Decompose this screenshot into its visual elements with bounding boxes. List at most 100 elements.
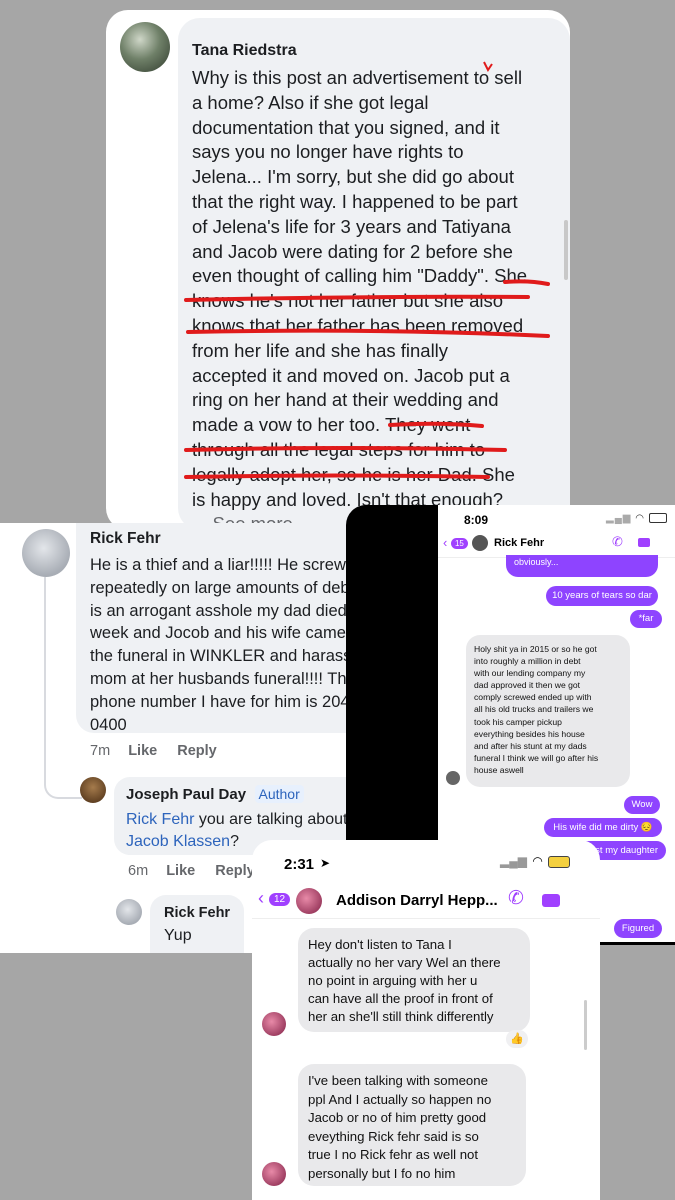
text-line: through all the legal steps for him to [192, 438, 486, 460]
reply-button[interactable]: Reply [215, 863, 255, 879]
text-line: and Jacob were dating for 2 before she [192, 240, 513, 262]
text-line: of Jelena's life for 3 years and Tatiyan… [192, 215, 511, 237]
text-line: I've been talking with someone [308, 1073, 488, 1088]
text-line: ppl And I actually so happen no [308, 1091, 492, 1107]
message-text: 10 years of tears so dar [552, 590, 652, 601]
text-line: made a vow to her too. They went [192, 414, 471, 436]
unread-count-badge: 12 [269, 892, 291, 906]
text-line: Holy shit ya in 2015 or so he got [474, 644, 597, 654]
contact-name[interactable]: Addison Darryl Hepp... [336, 892, 498, 909]
reaction-badge[interactable]: 👍 [506, 1030, 528, 1048]
text-line: everything besides his house [474, 728, 585, 739]
text-fragment: you are talking about [194, 811, 348, 828]
text-line: that the right way. I happened to be par… [192, 190, 518, 212]
location-arrow-icon: ➤ [320, 856, 331, 870]
text-line: personally but I fo no him [308, 1165, 456, 1181]
text-line: knows he's not her father but she also [192, 290, 504, 312]
back-button[interactable]: ‹ 12 [258, 888, 291, 909]
chat-header: ‹ 15 Rick Fehr ✆ [438, 531, 675, 558]
tana-comment-bubble: Tana Riedstra Why is this post an advert… [178, 18, 570, 534]
message-text: obviously... [514, 557, 559, 567]
text-line: all his old trucks and trailers we [474, 704, 594, 715]
incoming-message: Hey don't listen to Tana I actually no h… [298, 928, 530, 1032]
comment2-actions: 6m Like Reply [128, 863, 255, 879]
author-badge: Author [254, 785, 304, 803]
tana-author-name[interactable]: Tana Riedstra [192, 42, 297, 60]
text-line: dad approved it then we got [474, 680, 581, 691]
message-text: Figured [621, 923, 655, 934]
text-line: Rick Fehr you are talking about [126, 809, 347, 831]
text-line: with our lending company my [474, 668, 586, 679]
scrollbar[interactable] [564, 220, 568, 280]
rick-author-name[interactable]: Rick Fehr [90, 530, 161, 548]
rick-avatar-small[interactable] [116, 899, 142, 925]
back-button[interactable]: ‹ 15 [443, 535, 468, 550]
video-icon[interactable] [542, 894, 560, 907]
joseph-author-name[interactable]: Joseph Paul Day [126, 786, 246, 803]
mention-rick-fehr[interactable]: Rick Fehr [126, 811, 194, 828]
contact-avatar-small [262, 1012, 286, 1036]
text-line: funeral I think we will go after his [474, 752, 599, 763]
text-line: Jacob or no of him pretty good [308, 1110, 487, 1125]
text-line: Why is this post an advertisement to sel… [192, 67, 523, 88]
text-line: can have all the proof in front of [308, 991, 493, 1006]
status-icons: ▂▄▆ ◠ [606, 513, 667, 524]
tana-avatar[interactable] [120, 22, 170, 72]
message-text: His wife did me dirty 😔 [553, 822, 653, 833]
joseph-avatar[interactable] [80, 777, 106, 803]
contact-name[interactable]: Rick Fehr [494, 537, 544, 549]
contact-avatar[interactable] [296, 888, 322, 914]
thumbs-up-icon: 👍 [510, 1033, 524, 1045]
text-line: accepted it and moved on. Jacob put a [192, 364, 510, 386]
comment-timestamp: 6m [128, 863, 149, 879]
text-line: took his camper pickup [474, 716, 562, 727]
outgoing-message: *far [630, 610, 662, 628]
signal-icon: ▂▄▆ [500, 854, 527, 868]
rick-reply-bubble: Rick Fehr Yup [150, 895, 244, 953]
like-button[interactable]: Like [128, 743, 157, 759]
text-line: her an she'll still think differently [308, 1009, 494, 1024]
phone-icon[interactable]: ✆ [612, 534, 623, 550]
thread-line [44, 577, 82, 799]
chat-header: ‹ 12 Addison Darryl Hepp... ✆ [252, 882, 600, 919]
message-text: Wow [631, 799, 653, 810]
status-time: 2:31 [284, 856, 315, 873]
outgoing-message: 10 years of tears so dar [546, 586, 658, 606]
signal-icon: ▂▄▆ [606, 513, 632, 524]
comment1-actions: 7m Like Reply [90, 743, 217, 759]
text-fragment: ? [230, 833, 239, 850]
comment-timestamp: 7m [90, 743, 111, 759]
phone-icon[interactable]: ✆ [508, 887, 524, 910]
scrollbar[interactable] [584, 1000, 587, 1050]
outgoing-message: Figured [614, 919, 662, 938]
status-time: 8:09 [464, 513, 489, 527]
unread-count-badge: 15 [450, 538, 468, 550]
text-line: Hey don't listen to Tana I [308, 937, 452, 952]
text-line: into roughly a million in debt [474, 656, 581, 667]
text-line: comply screwed ended up with [474, 692, 592, 703]
video-icon[interactable] [638, 538, 650, 547]
contact-avatar-small [446, 771, 460, 785]
text-line: knows that her father has been removed [192, 314, 524, 336]
text-line: says you no longer have rights to [192, 141, 464, 163]
mention-jacob-klassen[interactable]: Jacob Klassen [126, 833, 230, 850]
addison-messenger-screen: 2:31 ➤ ▂▄▆ ◠ ‹ 12 Addison Darryl Hepp...… [252, 840, 600, 1200]
text-line: actually no her vary Wel an there [308, 955, 501, 970]
battery-icon [648, 513, 667, 524]
rick-avatar[interactable] [22, 529, 70, 577]
contact-avatar-small [262, 1162, 286, 1186]
text-line: Jelena... I'm sorry, but she did go abou… [192, 166, 514, 188]
text-line: true I no Rick fehr as well not [308, 1147, 479, 1162]
like-button[interactable]: Like [166, 863, 195, 879]
contact-avatar[interactable] [472, 535, 488, 551]
incoming-message: Holy shit ya in 2015 or so he got into r… [466, 635, 630, 787]
text-line: no point in arguing with her u [308, 973, 478, 988]
rick-reply-author[interactable]: Rick Fehr [164, 905, 230, 921]
rick-reply-text: Yup [164, 927, 192, 944]
tana-comment-card: Tana Riedstra Why is this post an advert… [106, 10, 570, 534]
outgoing-message: His wife did me dirty 😔 [544, 818, 662, 837]
text-line: legally adopt her, so he is her Dad. She [192, 463, 515, 485]
reply-button[interactable]: Reply [177, 743, 217, 759]
text-line: ring on her hand at their wedding and [192, 389, 499, 411]
text-line: from her life and she has finally [192, 339, 449, 361]
